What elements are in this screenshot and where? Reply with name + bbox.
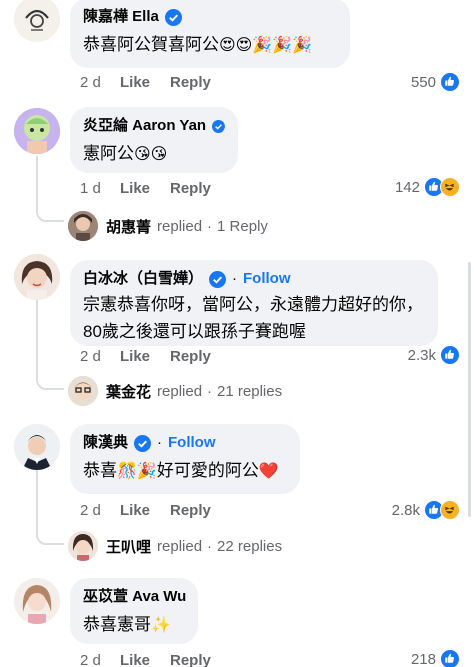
replier-name: 葉金花	[106, 383, 152, 401]
comment-actions: 1 d Like Reply	[80, 178, 211, 198]
like-button[interactable]: Like	[120, 180, 170, 197]
comment-actions: 2 d Like Reply	[80, 72, 211, 92]
reaction-summary[interactable]: 2.8k	[392, 499, 460, 521]
replies-summary[interactable]: 王叭哩 replied · 22 replies	[68, 531, 282, 561]
commenter-name[interactable]: 巫苡萱 Ava Wu	[83, 587, 186, 607]
reply-avatar	[68, 376, 98, 406]
comment-emojis: ✨	[151, 615, 171, 634]
comment-text: 恭喜	[83, 461, 117, 480]
comment-emojis: 🎊🎉	[117, 461, 157, 480]
reaction-summary[interactable]: 2.3k	[408, 344, 460, 366]
like-reaction-icon	[440, 649, 460, 667]
reply-avatar	[68, 211, 98, 241]
replied-label: replied	[157, 217, 203, 235]
comment-actions: 2 d Like Reply	[80, 650, 211, 667]
verified-badge-icon	[164, 8, 182, 26]
comment-time[interactable]: 2 d	[80, 348, 118, 365]
comment-text: 恭喜憲哥	[83, 615, 151, 634]
replied-label: replied	[157, 537, 203, 555]
separator-dot: ·	[207, 537, 213, 555]
reaction-count: 550	[410, 73, 436, 91]
thread-connector	[36, 360, 64, 390]
commenter-name[interactable]: 陳漢典	[83, 433, 128, 453]
reply-avatar	[68, 531, 98, 561]
comment-actions: 2 d Like Reply	[80, 500, 211, 520]
follow-button[interactable]: Follow	[243, 269, 291, 289]
reply-button[interactable]: Reply	[170, 502, 211, 519]
verified-badge-icon	[134, 434, 152, 452]
avatar-ella[interactable]	[14, 0, 60, 42]
separator-dot: ·	[157, 434, 163, 451]
comment-bubble: 陳漢典 · Follow 恭喜🎊🎉好可愛的阿公❤️	[70, 424, 300, 494]
heart-emoji: ❤️	[258, 461, 279, 480]
commenter-name[interactable]: 炎亞綸 Aaron Yan	[83, 116, 206, 136]
like-button[interactable]: Like	[120, 652, 170, 667]
comment-time[interactable]: 2 d	[80, 502, 118, 519]
comment-time[interactable]: 1 d	[80, 180, 118, 197]
comment-bubble: 巫苡萱 Ava Wu 恭喜憲哥✨	[70, 578, 198, 644]
reaction-count: 2.8k	[391, 501, 420, 519]
thread-connector	[36, 515, 64, 545]
comment-emojis: 😘😘	[134, 144, 168, 163]
reply-button[interactable]: Reply	[170, 348, 211, 365]
comment-bubble: 白冰冰（白雪嬅） · Follow 宗憲恭喜你呀，當阿公，永遠體力超好的你， 8…	[70, 260, 438, 346]
haha-reaction-icon	[440, 500, 460, 520]
reaction-summary[interactable]: 218	[411, 648, 460, 667]
separator-dot: ·	[207, 217, 213, 235]
reaction-count: 218	[410, 650, 436, 667]
reaction-count: 142	[394, 178, 420, 196]
commenter-name[interactable]: 白冰冰（白雪嬅）	[83, 269, 203, 289]
comment-text: 好可愛的阿公	[156, 461, 259, 480]
avatar-aaron-yan[interactable]	[14, 108, 60, 154]
comment-text-line: 宗憲恭喜你呀，當阿公，永遠體力超好的你，	[83, 295, 423, 314]
separator-dot: ·	[232, 270, 238, 287]
reaction-count: 2.3k	[407, 346, 436, 364]
like-button[interactable]: Like	[120, 74, 170, 91]
thread-connector	[36, 192, 64, 222]
comment-time[interactable]: 2 d	[80, 74, 118, 91]
reaction-summary[interactable]: 142	[395, 176, 460, 198]
replies-summary[interactable]: 胡惠菁 replied · 1 Reply	[68, 211, 268, 241]
comment-bubble: 陳嘉樺 Ella 恭喜阿公賀喜阿公😍😍🎉🎉🎉	[70, 0, 350, 68]
like-reaction-icon	[440, 72, 460, 92]
reply-count: 21 replies	[217, 382, 283, 400]
comment-text: 憲阿公	[83, 144, 134, 163]
comment-time[interactable]: 2 d	[80, 652, 118, 667]
comment-bubble: 炎亞綸 Aaron Yan 憲阿公😘😘	[70, 107, 238, 173]
replied-label: replied	[157, 382, 203, 400]
like-button[interactable]: Like	[120, 348, 170, 365]
avatar-bai-bing-bing[interactable]	[14, 254, 60, 300]
verified-badge-icon	[209, 270, 227, 288]
like-reaction-icon	[440, 345, 460, 365]
reply-button[interactable]: Reply	[170, 652, 211, 667]
reply-button[interactable]: Reply	[170, 74, 211, 91]
like-button[interactable]: Like	[120, 502, 170, 519]
reply-count: 1 Reply	[217, 217, 268, 235]
comment-actions: 2 d Like Reply	[80, 346, 211, 366]
comment-emojis: 😍😍🎉🎉🎉	[219, 35, 313, 54]
comment-text-line: 80歲之後還可以跟孫子賽跑喔	[83, 322, 306, 341]
follow-button[interactable]: Follow	[168, 433, 216, 453]
reply-count: 22 replies	[217, 537, 283, 555]
avatar-chen-han-dian[interactable]	[14, 424, 60, 470]
separator-dot: ·	[207, 382, 213, 400]
reaction-summary[interactable]: 550	[411, 71, 460, 93]
replier-name: 胡惠菁	[106, 218, 152, 236]
avatar-ava-wu[interactable]	[14, 578, 60, 624]
haha-reaction-icon	[440, 177, 460, 197]
replies-summary[interactable]: 葉金花 replied · 21 replies	[68, 376, 282, 406]
commenter-name[interactable]: 陳嘉樺 Ella	[83, 7, 159, 27]
replier-name: 王叭哩	[106, 538, 152, 556]
verified-badge-icon	[212, 119, 225, 133]
reply-button[interactable]: Reply	[170, 180, 211, 197]
comment-text: 恭喜阿公賀喜阿公	[83, 35, 219, 54]
scrollbar[interactable]	[468, 262, 471, 517]
